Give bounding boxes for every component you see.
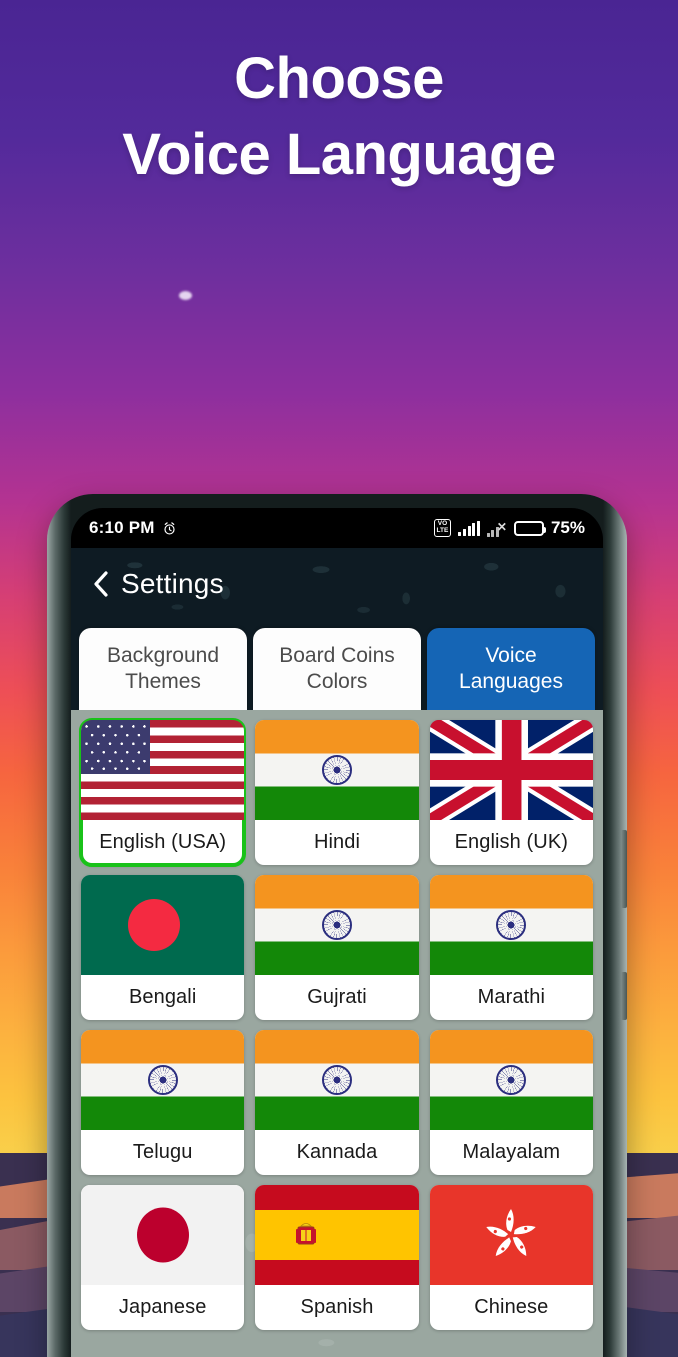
- language-card-english-usa[interactable]: English (USA): [78, 718, 247, 867]
- language-card-label: English (USA): [99, 831, 227, 853]
- tab-background-themes[interactable]: Background Themes: [79, 628, 247, 710]
- flag-bangladesh-icon: [81, 875, 245, 975]
- tab-bar: Background Themes Board Coins Colors Voi…: [79, 628, 595, 710]
- tab-label-line1: Board Coins: [279, 644, 395, 668]
- status-bar-right: VO LTE ✕ 75%: [433, 518, 585, 538]
- alarm-clock-icon: [162, 521, 177, 536]
- signal-no-service-icon: ✕: [486, 520, 507, 537]
- tab-label-line1: Background: [106, 644, 220, 668]
- app-header: Settings: [71, 548, 603, 620]
- language-card-label: Telugu: [132, 1141, 193, 1163]
- language-card-label: Marathi: [477, 986, 546, 1008]
- language-card-gujrati[interactable]: Gujrati: [255, 875, 419, 1020]
- flag-uk-icon: [429, 720, 593, 820]
- tab-label-line2: Colors: [306, 670, 368, 693]
- voice-languages-panel: English (USA) Hindi English (UK) Bengali…: [71, 710, 603, 1357]
- chevron-left-icon[interactable]: [87, 568, 113, 600]
- language-card-marathi[interactable]: Marathi: [429, 875, 593, 1020]
- language-card-label: Hindi: [313, 831, 361, 853]
- tab-board-coins-colors[interactable]: Board Coins Colors: [253, 628, 421, 710]
- language-card-label: Gujrati: [307, 986, 367, 1008]
- phone-screen: 6:10 PM VO LTE ✕ 75% Settings Background…: [71, 508, 603, 1357]
- language-card-label: Bengali: [128, 986, 197, 1008]
- tabs-container: Background Themes Board Coins Colors Voi…: [71, 620, 603, 710]
- language-card-japanese[interactable]: Japanese: [81, 1185, 245, 1330]
- status-time: 6:10 PM: [89, 518, 155, 537]
- language-card-telugu[interactable]: Telugu: [81, 1030, 245, 1175]
- flag-india-icon: [255, 875, 419, 975]
- tab-voice-languages[interactable]: Voice Languages: [427, 628, 595, 710]
- volume-button[interactable]: [621, 830, 627, 908]
- promo-headline: Choose Voice Language: [0, 50, 678, 184]
- flag-india-icon: [429, 875, 593, 975]
- language-grid: English (USA) Hindi English (UK) Bengali…: [78, 718, 593, 1330]
- battery-icon: [513, 520, 547, 536]
- language-card-chinese[interactable]: Chinese: [429, 1185, 593, 1330]
- language-card-label: Japanese: [118, 1296, 207, 1318]
- volte-bottom-text: LTE: [436, 527, 449, 535]
- language-card-kannada[interactable]: Kannada: [255, 1030, 419, 1175]
- language-card-malayalam[interactable]: Malayalam: [429, 1030, 593, 1175]
- battery-percent-label: 75%: [550, 518, 585, 537]
- decorative-speck: [179, 291, 192, 300]
- headline-line-2: Voice Language: [122, 122, 556, 187]
- language-card-label: Spanish: [300, 1296, 374, 1318]
- tab-label-line1: Voice: [485, 644, 537, 668]
- flag-usa-icon: [81, 720, 245, 820]
- flag-spain-icon: [255, 1185, 419, 1285]
- language-card-label: Malayalam: [462, 1141, 561, 1163]
- flag-india-icon: [255, 720, 419, 820]
- status-bar: 6:10 PM VO LTE ✕ 75%: [71, 508, 603, 548]
- flag-japan-icon: [81, 1185, 245, 1285]
- phone-mockup: 6:10 PM VO LTE ✕ 75% Settings Background…: [47, 494, 627, 1357]
- volte-badge: VO LTE: [433, 519, 452, 537]
- headline-line-1: Choose: [234, 46, 444, 111]
- language-card-label: Chinese: [474, 1296, 549, 1318]
- tab-label-line2: Languages: [459, 670, 563, 693]
- language-card-bengali[interactable]: Bengali: [81, 875, 245, 1020]
- language-card-label: English (UK): [454, 831, 569, 853]
- flag-india-icon: [81, 1030, 245, 1130]
- tab-label-line2: Themes: [125, 670, 201, 693]
- signal-bars-icon: [458, 520, 480, 536]
- flag-india-icon: [429, 1030, 593, 1130]
- status-bar-left: 6:10 PM: [89, 518, 177, 538]
- power-button[interactable]: [621, 972, 627, 1020]
- language-card-english-uk[interactable]: English (UK): [429, 720, 593, 865]
- flag-india-icon: [255, 1030, 419, 1130]
- flag-hong-kong-icon: [429, 1185, 593, 1285]
- language-card-label: Kannada: [296, 1141, 378, 1163]
- language-card-spanish[interactable]: Spanish: [255, 1185, 419, 1330]
- page-title: Settings: [121, 568, 224, 599]
- language-card-hindi[interactable]: Hindi: [255, 720, 419, 865]
